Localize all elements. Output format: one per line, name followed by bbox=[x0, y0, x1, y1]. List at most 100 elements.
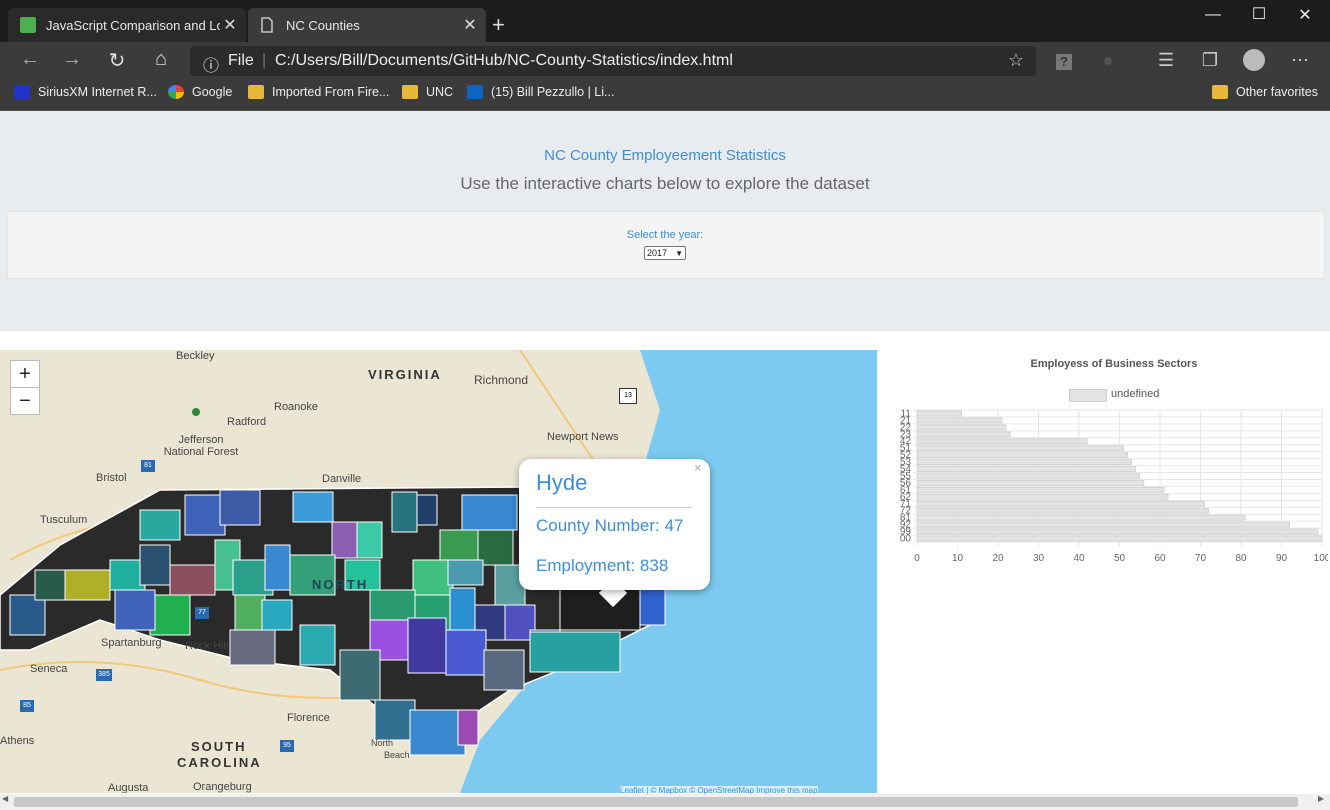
interstate-shield-icon: 95 bbox=[280, 740, 294, 752]
map-label: Newport News bbox=[547, 431, 619, 443]
year-selector-panel bbox=[7, 211, 1325, 279]
tab-javascript-comparison[interactable]: JavaScript Comparison and Logic ✕ bbox=[8, 8, 246, 42]
zoom-out-button[interactable]: − bbox=[10, 387, 40, 415]
bar bbox=[916, 452, 1129, 459]
home-icon[interactable]: ⌂ bbox=[147, 48, 175, 71]
map-label: Bristol bbox=[96, 472, 127, 484]
map-label: Beach bbox=[384, 750, 410, 760]
map-label: Seneca bbox=[30, 663, 68, 675]
bookmark-label: Imported From Fire... bbox=[272, 85, 390, 99]
linkedin-icon bbox=[467, 85, 483, 99]
google-icon bbox=[168, 85, 184, 99]
zoom-in-button[interactable]: + bbox=[10, 360, 40, 388]
x-tick-label: 10 bbox=[952, 553, 964, 564]
page-subtitle: Use the interactive charts below to expl… bbox=[460, 174, 870, 193]
more-menu-icon[interactable]: ⋯ bbox=[1285, 50, 1315, 71]
bar bbox=[916, 507, 1210, 514]
map-label: Beckley bbox=[176, 350, 215, 362]
folder-icon bbox=[248, 85, 264, 99]
popup-county-number: County Number: 47 bbox=[536, 516, 684, 535]
close-tab-icon[interactable]: ✕ bbox=[220, 15, 240, 35]
help-extension-icon[interactable]: ? bbox=[1049, 50, 1079, 71]
map-label: VIRGINIA bbox=[368, 367, 442, 382]
bar bbox=[916, 431, 1011, 438]
scroll-right-arrow-icon[interactable]: ▶ bbox=[1318, 794, 1324, 803]
new-tab-button[interactable]: + bbox=[492, 12, 505, 38]
favorite-star-icon[interactable]: ☆ bbox=[1001, 50, 1031, 71]
scrollbar-thumb[interactable] bbox=[14, 797, 1298, 807]
x-tick-label: 40 bbox=[1073, 553, 1085, 564]
forward-arrow-icon[interactable]: → bbox=[58, 48, 86, 71]
bar-chart: 0 10 20 30 40 50 60 70 80 90 100112122234251525354… bbox=[900, 408, 1328, 564]
legend-label[interactable]: undefined bbox=[1111, 388, 1159, 400]
tab-label: NC Counties bbox=[286, 17, 360, 33]
close-window-button[interactable]: ✕ bbox=[1282, 5, 1328, 25]
county-map[interactable]: + − Beckley VIRGINIA Richmond Roanoke Ra… bbox=[0, 350, 877, 793]
scroll-left-arrow-icon[interactable]: ◀ bbox=[2, 794, 8, 803]
w3schools-icon bbox=[20, 17, 36, 33]
back-arrow-icon[interactable]: ← bbox=[16, 48, 44, 71]
bar bbox=[916, 466, 1137, 472]
bookmark-other-favorites[interactable]: Other favorites bbox=[1212, 85, 1318, 99]
tab-label: JavaScript Comparison and Logic bbox=[46, 17, 220, 33]
bar bbox=[916, 445, 1124, 452]
favorites-list-icon[interactable]: ☰ bbox=[1151, 50, 1181, 71]
folder-icon bbox=[402, 85, 418, 99]
refresh-icon[interactable]: ↻ bbox=[103, 48, 131, 73]
page-title: NC County Employeement Statistics bbox=[544, 147, 786, 164]
x-tick-label: 20 bbox=[992, 553, 1004, 564]
bookmark-google[interactable]: Google bbox=[168, 85, 232, 99]
chart-title: Employess of Business Sectors bbox=[1030, 358, 1198, 370]
address-divider: | bbox=[262, 52, 267, 69]
bookmark-linkedin[interactable]: (15) Bill Pezzullo | Li... bbox=[467, 85, 614, 99]
x-tick-label: 100 bbox=[1314, 553, 1328, 564]
scheme-label: File bbox=[228, 52, 254, 69]
map-label: Rock Hill bbox=[185, 640, 229, 652]
minimize-button[interactable]: — bbox=[1190, 6, 1236, 24]
bar bbox=[916, 417, 1003, 424]
info-icon[interactable]: ⓘ bbox=[203, 52, 219, 76]
bar bbox=[916, 500, 1205, 507]
maximize-button[interactable]: ☐ bbox=[1236, 4, 1282, 24]
year-select-value: 2017 bbox=[647, 248, 668, 258]
year-select[interactable]: 2017 ▼ bbox=[644, 246, 686, 260]
x-tick-label: 70 bbox=[1195, 553, 1207, 564]
siriusxm-icon bbox=[14, 85, 30, 99]
map-label: Augusta bbox=[108, 782, 149, 793]
map-label: CAROLINA bbox=[177, 755, 262, 770]
map-label: Richmond bbox=[474, 373, 529, 387]
map-label: Roanoke bbox=[274, 401, 319, 413]
bar bbox=[916, 528, 1319, 535]
bar bbox=[916, 424, 1007, 431]
bar bbox=[916, 410, 962, 417]
x-tick-label: 80 bbox=[1235, 553, 1247, 564]
chevron-down-icon: ▼ bbox=[675, 248, 683, 258]
bookmark-siriusxm[interactable]: SiriusXM Internet R... bbox=[14, 85, 157, 99]
close-tab-icon[interactable]: ✕ bbox=[460, 15, 480, 35]
bookmark-label: (15) Bill Pezzullo | Li... bbox=[491, 85, 615, 99]
popup-county-name: Hyde bbox=[536, 470, 588, 495]
x-tick-label: 50 bbox=[1114, 553, 1126, 564]
extension-icon[interactable]: ● bbox=[1093, 50, 1123, 71]
profile-avatar[interactable] bbox=[1243, 49, 1265, 71]
folder-icon bbox=[1212, 85, 1228, 99]
map-label: Orangeburg bbox=[193, 781, 252, 793]
bar bbox=[916, 514, 1246, 521]
bar bbox=[916, 473, 1141, 479]
bookmark-imported[interactable]: Imported From Fire... bbox=[248, 85, 389, 99]
interstate-shield-icon: 81 bbox=[141, 460, 155, 472]
bookmark-label: Other favorites bbox=[1236, 85, 1318, 99]
tab-nc-counties[interactable]: NC Counties ✕ bbox=[248, 8, 486, 42]
bookmark-unc[interactable]: UNC bbox=[402, 85, 453, 99]
map-label: Tusculum bbox=[40, 514, 88, 526]
bar bbox=[916, 459, 1133, 465]
bar bbox=[916, 535, 1323, 542]
collections-icon[interactable]: ❐ bbox=[1195, 50, 1225, 71]
map-label: SOUTH bbox=[191, 739, 247, 754]
map-label: Danville bbox=[322, 473, 362, 485]
bar bbox=[916, 521, 1291, 528]
popup-close-button[interactable]: × bbox=[694, 460, 702, 475]
url-text[interactable]: C:/Users/Bill/Documents/GitHub/NC-County… bbox=[275, 52, 733, 70]
map-label: NORTH bbox=[312, 577, 369, 592]
interstate-shield-icon: 85 bbox=[20, 700, 34, 712]
